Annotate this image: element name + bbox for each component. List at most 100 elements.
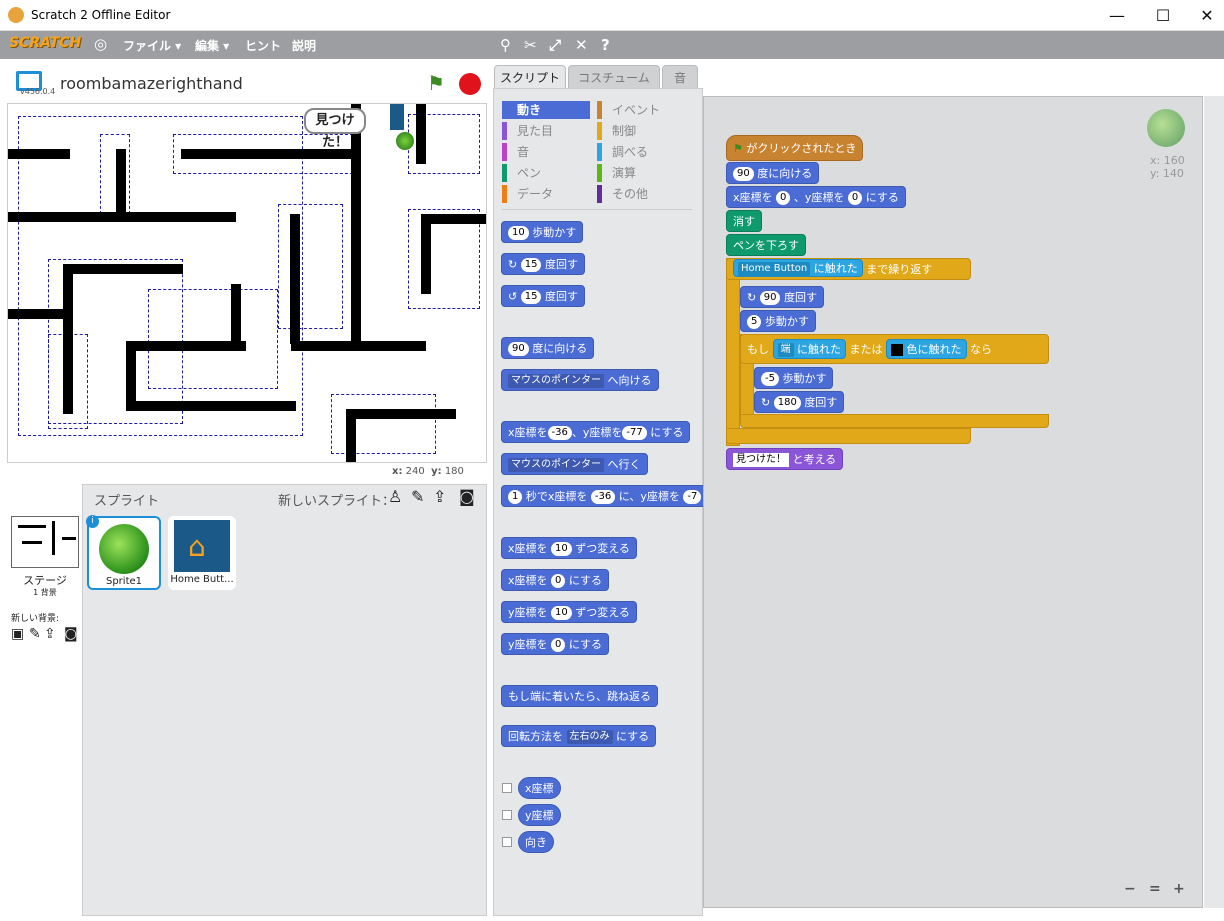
script-repeat-until[interactable]: Home Button に触れた まで繰り返す (726, 258, 971, 280)
sprite-thumb-sprite1[interactable]: Sprite1 i (86, 515, 161, 590)
script-pen-down[interactable]: ペンを下ろす (726, 234, 806, 256)
camera-backdrop-icon[interactable]: ◙ (64, 626, 78, 642)
checkbox-y-position[interactable] (502, 810, 512, 820)
block-point-direction[interactable]: 90 度に向ける (501, 337, 595, 359)
block-set-x[interactable]: x座標を 0 にする (501, 569, 610, 591)
category-4-1[interactable]: その他 (597, 185, 685, 203)
paint-sprite-icon[interactable]: ✎ (411, 487, 424, 506)
if-end (740, 414, 1049, 428)
repeat-end (726, 428, 971, 444)
tab-sounds[interactable]: 音 (662, 65, 698, 90)
script-turn-right[interactable]: ↻ 90 度回す (740, 286, 824, 308)
menu-tips[interactable]: ヒント (245, 37, 281, 54)
block-move[interactable]: 10 歩動かす (501, 221, 584, 243)
menu-edit[interactable]: 編集 ▾ (195, 37, 229, 54)
backdrop-library-icon[interactable]: ▣ (11, 626, 24, 642)
block-point-towards[interactable]: マウスのポインター へ向ける (501, 369, 659, 391)
window-title: Scratch 2 Offline Editor (31, 8, 171, 22)
minimize-button[interactable]: — (1094, 0, 1140, 31)
current-sprite-icon (1147, 109, 1185, 147)
checkbox-direction[interactable] (502, 837, 512, 847)
info-icon[interactable]: i (86, 515, 99, 528)
home-sprite-name: Home Butt... (170, 574, 234, 585)
scratch-logo[interactable]: SCRATCH (9, 35, 81, 55)
scrollbar[interactable] (1204, 96, 1224, 908)
tab-costumes[interactable]: コスチューム (568, 65, 660, 90)
home-sprite-image: ⌂ (174, 520, 230, 572)
stage-coordinates: x: 240 y: 180 (392, 466, 464, 477)
duplicate-icon[interactable]: ⚲ (500, 36, 511, 54)
block-bounce[interactable]: もし端に着いたら、跳ね返る (501, 685, 658, 707)
category-3-0[interactable]: ペン (502, 164, 590, 182)
reporter-x-position[interactable]: x座標 (518, 777, 561, 799)
script-turn-around[interactable]: ↻ 180 度回す (754, 391, 845, 413)
hat-when-flag-clicked[interactable]: ⚑ がクリックされたとき (726, 135, 864, 161)
sprite1-image (99, 524, 149, 574)
paint-backdrop-icon[interactable]: ✎ (29, 626, 41, 642)
zoom-in-button[interactable]: + (1173, 881, 1185, 897)
script-think[interactable]: 見つけた！ と考える (726, 448, 844, 470)
repeat-until-arm (726, 258, 740, 446)
category-3-1[interactable]: 演算 (597, 164, 685, 182)
upload-backdrop-icon[interactable]: ⇪ (44, 626, 56, 642)
sprite-library-icon[interactable]: ♙ (388, 487, 402, 506)
tab-scripts[interactable]: スクリプト (494, 65, 566, 90)
camera-sprite-icon[interactable]: ◙ (459, 487, 475, 506)
block-turn-right[interactable]: ↻ 15 度回す (501, 253, 585, 275)
block-change-y[interactable]: y座標を 10 ずつ変える (501, 601, 637, 623)
block-rotation-style[interactable]: 回転方法を 左右のみ にする (501, 725, 657, 747)
globe-icon[interactable]: ◎ (94, 35, 107, 53)
menu-about[interactable]: 説明 (292, 37, 316, 54)
block-turn-left[interactable]: ↺ 15 度回す (501, 285, 585, 307)
category-2-0[interactable]: 音 (502, 143, 590, 161)
stage-canvas[interactable]: 見つけた！ (7, 103, 487, 463)
menu-file[interactable]: ファイル ▾ (123, 37, 181, 54)
project-title[interactable]: roombamazerighthand (60, 74, 243, 93)
backdrop-count: 1 背景 (33, 588, 57, 597)
category-4-0[interactable]: データ (502, 185, 590, 203)
category-1-0[interactable]: 見た目 (502, 122, 590, 140)
category-0-0[interactable]: 動き (502, 101, 590, 119)
speech-bubble: 見つけた！ (304, 108, 366, 150)
zoom-reset-button[interactable]: = (1149, 881, 1161, 897)
category-0-1[interactable]: イベント (597, 101, 685, 119)
block-change-x[interactable]: x座標を 10 ずつ変える (501, 537, 637, 559)
script-clear[interactable]: 消す (726, 210, 762, 232)
category-2-1[interactable]: 調べる (597, 143, 685, 161)
grow-icon[interactable]: ⤢ (549, 36, 561, 54)
category-1-1[interactable]: 制御 (597, 122, 685, 140)
color-swatch[interactable] (891, 344, 903, 356)
script-if[interactable]: もし 端 に触れた または 色に触れた なら (740, 334, 1049, 364)
upload-sprite-icon[interactable]: ⇪ (433, 487, 446, 506)
stop-icon[interactable] (459, 73, 481, 95)
block-goto-xy[interactable]: x座標を -36 、y座標を -77 にする (501, 421, 691, 443)
scratch-cat-icon (8, 7, 24, 23)
checkbox-x-position[interactable] (502, 783, 512, 793)
script-point-direction[interactable]: 90 度に向ける (726, 162, 820, 184)
maximize-button[interactable]: ☐ (1140, 0, 1186, 31)
reporter-direction[interactable]: 向き (518, 831, 554, 853)
reporter-y-position[interactable]: y座標 (518, 804, 561, 826)
menu-bar: SCRATCH ◎ ファイル ▾ 編集 ▾ ヒント 説明 ⚲ ✂ ⤢ ✕ ? (0, 31, 1224, 59)
version-label: v456.0.4 (20, 87, 56, 96)
home-button-on-stage[interactable] (390, 104, 404, 130)
sprite-thumb-home[interactable]: ⌂ Home Butt... (168, 516, 236, 590)
block-goto[interactable]: マウスのポインター へ行く (501, 453, 648, 475)
delete-icon[interactable]: ✂ (524, 36, 537, 54)
green-flag-icon[interactable]: ⚑ (427, 71, 445, 95)
stage-thumbnail[interactable] (11, 516, 79, 568)
scripts-area[interactable]: x: 160 y: 140 ⚑ がクリックされたとき 90 度に向ける x座標を… (703, 96, 1203, 908)
sprite-on-stage[interactable] (396, 132, 414, 150)
stage-label: ステージ (23, 574, 67, 587)
new-backdrop-label: 新しい背景: (11, 614, 60, 624)
script-move-back[interactable]: -5 歩動かす (754, 367, 834, 389)
block-set-y[interactable]: y座標を 0 にする (501, 633, 610, 655)
close-button[interactable]: ✕ (1184, 0, 1224, 31)
stage-header: v456.0.4 roombamazerighthand ⚑ (7, 65, 487, 103)
block-glide[interactable]: 1 秒でx座標を -36 に、y座標を -7 (501, 485, 709, 507)
shrink-icon[interactable]: ✕ (575, 36, 588, 54)
script-move[interactable]: 5 歩動かす (740, 310, 816, 332)
help-icon[interactable]: ? (601, 36, 610, 54)
zoom-out-button[interactable]: − (1124, 881, 1136, 897)
script-goto-xy[interactable]: x座標を 0 、y座標を 0 にする (726, 186, 906, 208)
